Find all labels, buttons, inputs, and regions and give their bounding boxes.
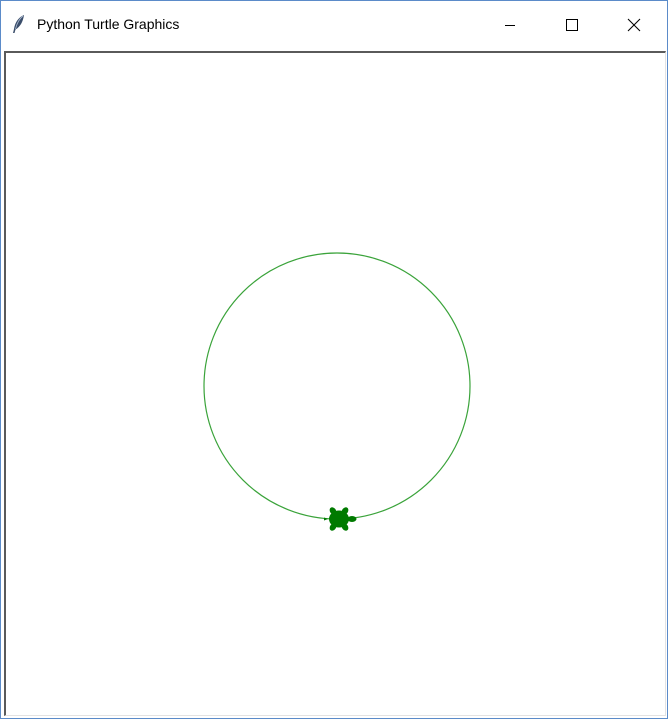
maximize-button[interactable] bbox=[549, 1, 595, 48]
title-bar[interactable]: Python Turtle Graphics bbox=[1, 1, 667, 48]
close-button[interactable] bbox=[611, 1, 657, 48]
canvas-drawing bbox=[203, 252, 471, 531]
minimize-button[interactable] bbox=[487, 1, 533, 48]
feather-icon bbox=[11, 14, 27, 34]
window-title: Python Turtle Graphics bbox=[37, 16, 180, 32]
turtle-window: Python Turtle Graphics bbox=[0, 0, 668, 719]
drawn-circle bbox=[203, 252, 471, 520]
close-icon bbox=[627, 18, 641, 31]
maximize-icon bbox=[566, 18, 578, 31]
minimize-icon bbox=[505, 24, 515, 26]
turtle-canvas[interactable] bbox=[4, 51, 666, 716]
